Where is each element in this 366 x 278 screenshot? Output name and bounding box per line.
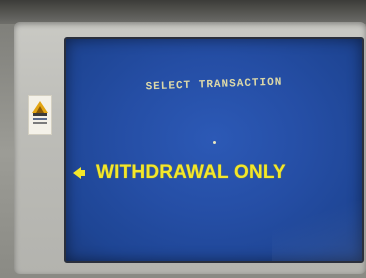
screen-glare bbox=[272, 201, 362, 261]
atm-photo: SELECT TRANSACTION WITHDRAWAL ONLY bbox=[0, 0, 366, 278]
atm-screen: SELECT TRANSACTION WITHDRAWAL ONLY bbox=[64, 37, 364, 263]
option-withdrawal-only[interactable]: WITHDRAWAL ONLY bbox=[72, 162, 286, 184]
bank-logo-icon bbox=[28, 95, 52, 135]
screen-title: SELECT TRANSACTION bbox=[145, 76, 283, 94]
screen-dot bbox=[213, 141, 216, 144]
option-label: WITHDRAWAL ONLY bbox=[96, 162, 286, 183]
left-arrow-icon bbox=[73, 167, 85, 179]
machine-top-edge bbox=[0, 0, 366, 24]
